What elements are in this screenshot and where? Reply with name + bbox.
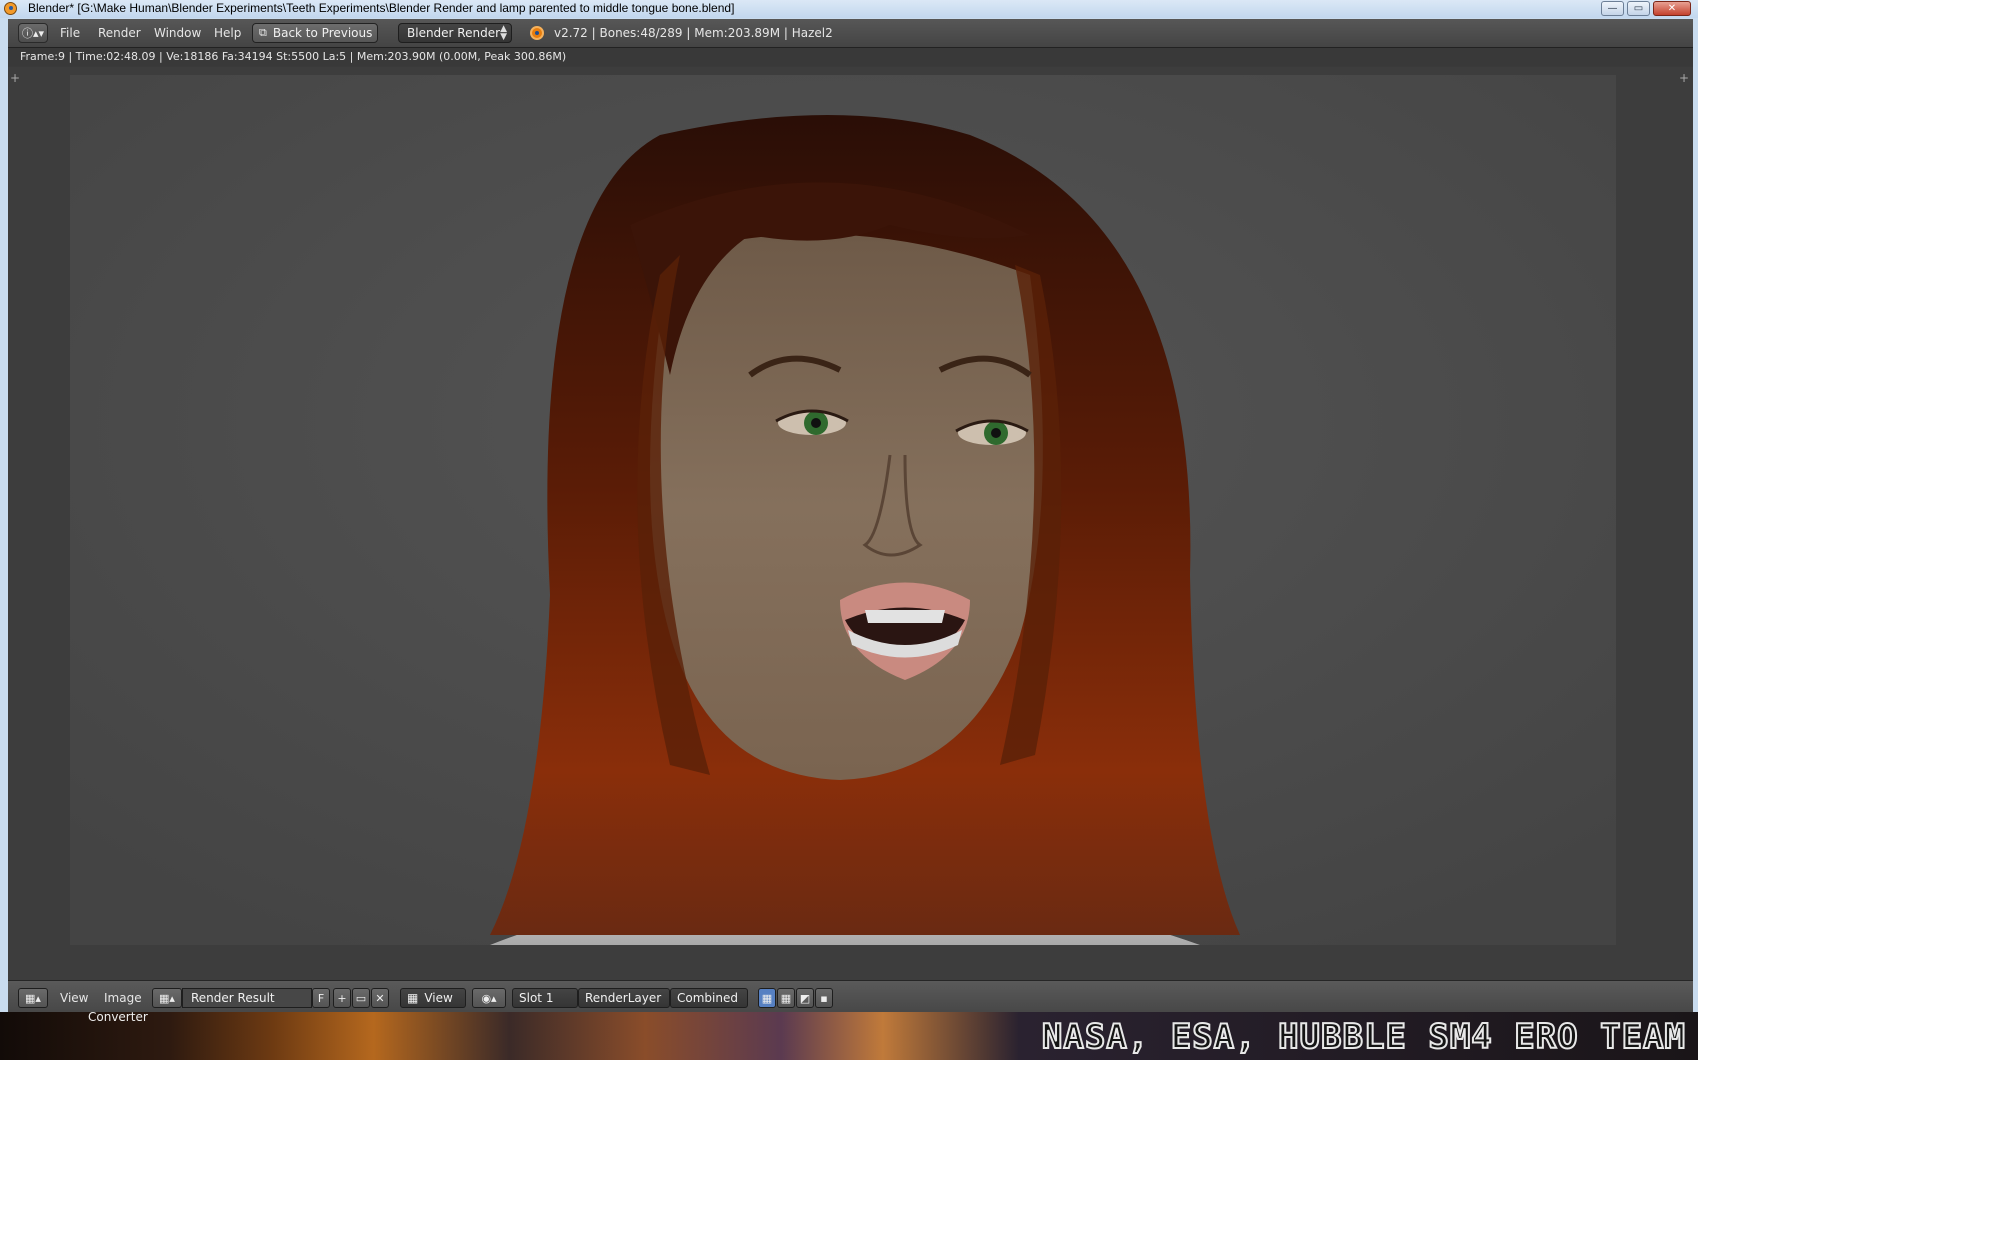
blender-workspace: ⓘ▴▾ File Render Window Help ⧉ Back to Pr… — [8, 19, 1693, 1013]
scene-status: v2.72 | Bones:48/289 | Mem:203.89M | Haz… — [554, 26, 833, 40]
close-button[interactable]: ✕ — [1653, 1, 1691, 16]
area-split-icon[interactable]: + — [1679, 71, 1689, 85]
image-editor-header: ▦▴ View Image ▦▴ Render Result F + ▭ ✕ ▦… — [8, 980, 1693, 1013]
fake-user-button[interactable]: F — [312, 988, 330, 1008]
view-dropdown[interactable]: ▦ View — [400, 988, 466, 1008]
blender-window: Blender* [G:\Make Human\Blender Experime… — [0, 0, 1698, 1013]
folder-icon[interactable]: ▭ — [352, 988, 370, 1008]
desktop-background: Converter NASA, ESA, HUBBLE SM4 ERO TEAM — [0, 1010, 1698, 1060]
menu-view[interactable]: View — [60, 991, 88, 1005]
info-header: ⓘ▴▾ File Render Window Help ⧉ Back to Pr… — [8, 19, 1693, 48]
image-name-field[interactable]: Render Result — [182, 988, 312, 1008]
browse-image-button[interactable]: ▦▴ — [152, 988, 182, 1008]
desktop-icon-label[interactable]: Converter — [88, 1010, 148, 1024]
render-engine-label: Blender Render — [407, 26, 501, 40]
draw-rgb-icon[interactable]: ▦ — [777, 988, 795, 1008]
render-result-image — [70, 75, 1616, 945]
window-title: Blender* [G:\Make Human\Blender Experime… — [28, 1, 735, 15]
render-pass-dropdown[interactable]: Combined — [670, 988, 748, 1008]
draw-alpha-icon[interactable]: ◩ — [796, 988, 814, 1008]
draw-rgb-alpha-icon[interactable]: ▦ — [758, 988, 776, 1008]
minimize-button[interactable]: — — [1601, 1, 1624, 16]
render-engine-dropdown[interactable]: Blender Render ▲ ▼ — [398, 23, 512, 43]
editor-type-button[interactable]: ▦▴ — [18, 988, 48, 1008]
back-to-previous-button[interactable]: ⧉ Back to Previous — [252, 23, 378, 43]
blender-logo-icon — [4, 2, 17, 15]
editor-type-button[interactable]: ⓘ▴▾ — [18, 23, 48, 43]
updown-arrows-icon: ▲ ▼ — [500, 24, 507, 42]
render-layer-dropdown[interactable]: RenderLayer — [578, 988, 670, 1008]
blender-logo-icon — [530, 26, 544, 40]
scope-icon[interactable]: ◉▴ — [472, 988, 506, 1008]
image-editor-area[interactable]: + + — [8, 67, 1693, 980]
menu-help[interactable]: Help — [214, 26, 241, 40]
menu-window[interactable]: Window — [154, 26, 201, 40]
render-stats-bar: Frame:9 | Time:02:48.09 | Ve:18186 Fa:34… — [8, 48, 1693, 66]
image-credit: NASA, ESA, HUBBLE SM4 ERO TEAM — [1041, 1016, 1686, 1058]
area-split-icon[interactable]: + — [10, 71, 20, 85]
title-bar: Blender* [G:\Make Human\Blender Experime… — [0, 0, 1698, 18]
menu-render[interactable]: Render — [98, 26, 141, 40]
maximize-button[interactable]: ▭ — [1627, 1, 1650, 16]
plus-icon[interactable]: + — [333, 988, 351, 1008]
draw-zbuffer-icon[interactable]: ▪ — [815, 988, 833, 1008]
menu-image[interactable]: Image — [104, 991, 142, 1005]
slot-dropdown[interactable]: Slot 1 — [512, 988, 578, 1008]
back-to-previous-label: Back to Previous — [272, 26, 373, 40]
x-icon[interactable]: ✕ — [371, 988, 389, 1008]
image-icon: ▦▴ — [159, 991, 175, 1005]
menu-file[interactable]: File — [60, 26, 80, 40]
screen-back-icon: ⧉ — [259, 26, 267, 39]
info-icon: ⓘ▴▾ — [21, 27, 45, 40]
view-dropdown-label: View — [424, 991, 453, 1005]
image-editor-icon: ▦▴ — [25, 991, 41, 1005]
rendered-portrait — [70, 75, 1616, 945]
render-stats: Frame:9 | Time:02:48.09 | Ve:18186 Fa:34… — [20, 50, 567, 63]
image-icon: ▦ — [407, 991, 419, 1005]
